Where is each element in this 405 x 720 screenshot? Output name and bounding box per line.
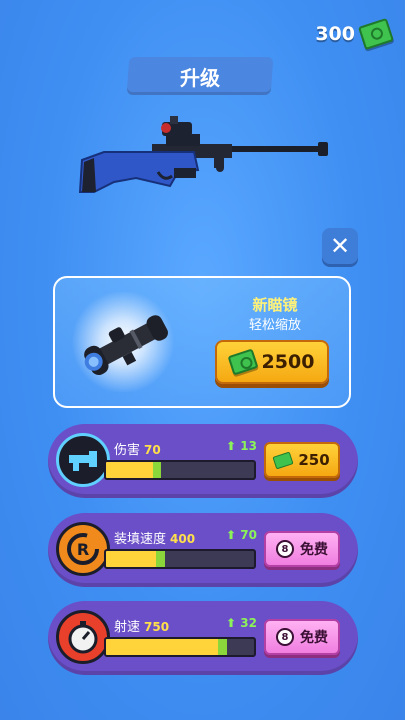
upgrade-fire-rate-free-button[interactable]: 8 免费 — [264, 619, 340, 655]
ad-video-icon: 8 — [276, 540, 294, 558]
upgrade-increase: ⬆ 13 — [226, 439, 257, 453]
upgrade-progress-bar — [104, 637, 256, 657]
upgrade-level: 70 — [144, 443, 161, 457]
scope-price: 2500 — [261, 351, 315, 373]
upgrade-increase-value: 70 — [240, 528, 257, 542]
cash-icon — [272, 451, 294, 469]
scope-description: 轻松缩放 — [248, 318, 301, 333]
progress-next — [218, 639, 228, 655]
upgrade-row-fire-rate: 射速 750 ⬆ 32 8 免费 — [48, 601, 358, 675]
upgrade-increase-value: 13 — [240, 439, 257, 453]
free-label: 免费 — [300, 542, 328, 558]
progress-next — [156, 551, 166, 567]
cash-icon — [358, 17, 394, 51]
upgrade-increase: ⬆ 32 — [226, 616, 257, 630]
progress-fill — [106, 551, 157, 567]
upgrade-level: 400 — [170, 532, 196, 546]
upgrade-label: 装填速度 400 — [114, 528, 195, 547]
upgrade-label: 伤害 70 — [114, 439, 161, 458]
upgrade-progress-bar — [104, 549, 256, 569]
upgrade-label: 射速 750 — [114, 616, 169, 635]
cash-icon — [227, 348, 259, 376]
ad-video-icon: 8 — [276, 628, 294, 646]
page-title: 升级 — [180, 65, 220, 90]
upgrade-increase-value: 32 — [240, 616, 257, 630]
scope-offer-card: 新瞄镜 轻松缩放 2500 — [53, 276, 351, 408]
upgrade-increase: ⬆ 70 — [226, 528, 257, 542]
scope-icon — [84, 315, 168, 376]
upgrade-name: 射速 — [114, 620, 141, 635]
buy-scope-button[interactable]: 2500 — [215, 340, 329, 384]
progress-fill — [106, 639, 219, 655]
progress-fill — [106, 462, 154, 478]
close-button[interactable]: ✕ — [322, 228, 358, 264]
page-title-bar: 升级 — [126, 57, 274, 95]
upgrade-name: 装填速度 — [114, 532, 167, 547]
svg-text:R: R — [77, 540, 89, 559]
gun-barrel-icon — [56, 433, 110, 487]
upgrade-reload-free-button[interactable]: 8 免费 — [264, 531, 340, 567]
upgrade-row-damage: 伤害 70 ⬆ 13 250 — [48, 424, 358, 498]
currency-display: 300 — [315, 17, 394, 51]
upgrade-level: 750 — [144, 620, 170, 634]
upgrade-row-reload: R 装填速度 400 ⬆ 70 8 免费 — [48, 513, 358, 587]
progress-next — [153, 462, 161, 478]
reload-icon: R — [56, 522, 110, 576]
stopwatch-icon — [56, 610, 110, 664]
scope-name: 新瞄镜 — [252, 296, 298, 314]
free-label: 免费 — [300, 630, 328, 646]
upgrade-cost: 250 — [298, 451, 330, 469]
upgrade-progress-bar — [104, 460, 256, 480]
sniper-rifle-image — [78, 116, 328, 193]
upgrade-name: 伤害 — [114, 443, 141, 458]
upgrade-damage-button[interactable]: 250 — [264, 442, 340, 478]
currency-amount: 300 — [315, 23, 355, 45]
